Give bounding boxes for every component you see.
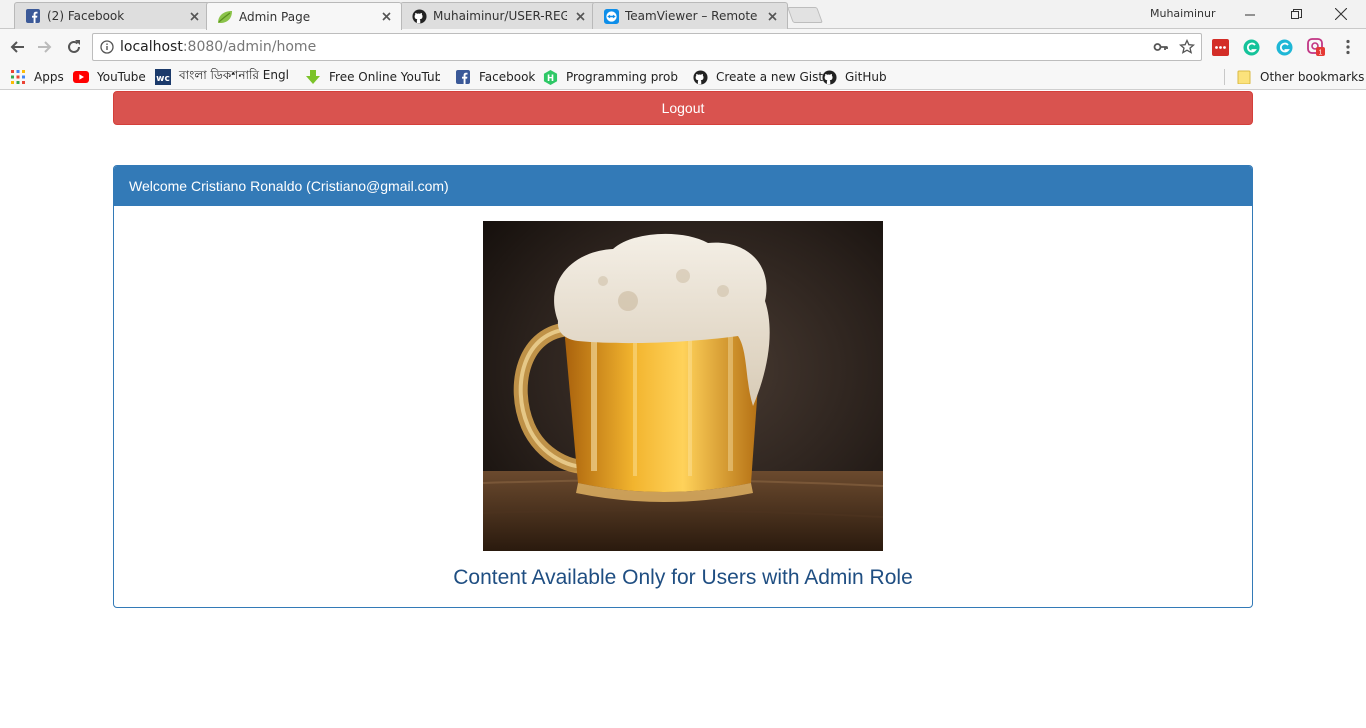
svg-text:wc: wc	[156, 74, 170, 84]
bookmark-apps[interactable]: Apps	[10, 68, 64, 86]
facebook-icon	[25, 8, 41, 24]
download-arrow-icon	[305, 69, 321, 85]
key-icon[interactable]	[1153, 39, 1169, 58]
bookmark-free-online-youtube[interactable]: Free Online YouTube	[305, 68, 440, 86]
tab-facebook[interactable]: (2) Facebook	[14, 2, 210, 29]
address-bar[interactable]: localhost:8080/admin/home	[92, 33, 1202, 61]
bookmark-create-gist[interactable]: Create a new Gist	[692, 68, 823, 86]
url-path: :8080/admin/home	[182, 39, 317, 55]
menu-dots-icon[interactable]	[1339, 38, 1357, 56]
panel-heading: Welcome Cristiano Ronaldo (Cristiano@gma…	[114, 166, 1252, 206]
other-bookmarks-label: Other bookmarks	[1260, 70, 1365, 84]
bookmark-label: YouTube	[97, 70, 146, 84]
bookmark-label: Create a new Gist	[716, 70, 824, 84]
facebook-icon	[455, 69, 471, 85]
tab-title: (2) Facebook	[47, 9, 125, 23]
restore-icon[interactable]	[1273, 0, 1319, 28]
tab-admin-page[interactable]: Admin Page	[206, 2, 402, 30]
bookmark-star-icon[interactable]	[1178, 38, 1196, 58]
apps-grid-icon	[10, 69, 26, 85]
reload-icon[interactable]	[61, 34, 87, 60]
hackerrank-icon: H	[542, 69, 558, 85]
github-icon	[692, 69, 708, 85]
instagram-extension-icon[interactable]: 1	[1307, 38, 1325, 56]
bookmark-youtube[interactable]: YouTube	[73, 68, 146, 86]
close-icon[interactable]	[573, 9, 587, 23]
beer-mug-image	[483, 221, 883, 551]
bookmark-label: Facebook	[479, 70, 536, 84]
wc-icon: wc	[155, 69, 171, 85]
bookmark-label: Free Online YouTube	[329, 70, 440, 84]
bookmark-bangla-dictionary[interactable]: wc বাংলা ডিকশনারি Engl	[155, 68, 290, 86]
bookmark-programming-problems[interactable]: H Programming proble	[542, 68, 678, 86]
spring-leaf-icon	[217, 9, 233, 25]
bookmark-label: Apps	[34, 70, 64, 84]
info-icon[interactable]	[100, 40, 114, 54]
tab-title: TeamViewer – Remote Su	[625, 9, 759, 23]
bookmark-label: GitHub	[845, 70, 887, 84]
bookmark-github[interactable]: GitHub	[821, 68, 887, 86]
close-icon[interactable]	[765, 9, 779, 23]
tab-title: Admin Page	[239, 9, 311, 24]
github-icon	[411, 8, 427, 24]
tab-title: Muhaiminur/USER-REGIS	[433, 9, 567, 23]
close-window-icon[interactable]	[1318, 0, 1364, 28]
bookmark-facebook[interactable]: Facebook	[455, 68, 535, 86]
tab-teamviewer[interactable]: TeamViewer – Remote Su	[592, 2, 788, 29]
logout-button[interactable]: Logout	[113, 91, 1253, 125]
teamviewer-icon	[603, 8, 619, 24]
url-text: localhost:8080/admin/home	[120, 39, 316, 55]
admin-content-caption: Content Available Only for Users with Ad…	[453, 566, 913, 589]
extension-badge: 1	[1319, 49, 1323, 56]
lastpass-icon[interactable]	[1211, 38, 1229, 56]
other-bookmarks[interactable]: Other bookmarks	[1236, 68, 1364, 86]
folder-icon	[1236, 69, 1252, 85]
admin-panel: Welcome Cristiano Ronaldo (Cristiano@gma…	[113, 165, 1253, 608]
youtube-icon	[73, 69, 89, 85]
page-content: Logout Welcome Cristiano Ronaldo (Cristi…	[0, 91, 1366, 728]
back-arrow-icon[interactable]	[4, 34, 30, 60]
bookmark-label: Programming proble	[566, 70, 678, 84]
close-icon[interactable]	[187, 9, 201, 23]
g-extension-icon[interactable]	[1275, 38, 1293, 56]
tab-strip: (2) Facebook Admin Page Muhaiminur/USER-…	[0, 0, 1366, 30]
profile-name[interactable]: Muhaiminur	[1150, 7, 1215, 20]
forward-arrow-icon[interactable]	[32, 34, 58, 60]
svg-text:H: H	[546, 72, 553, 82]
browser-toolbar: localhost:8080/admin/home 1	[0, 29, 1366, 64]
bookmarks-bar: Apps YouTube wc বাংলা ডিকশনারি Engl Free…	[0, 64, 1366, 90]
url-host: localhost	[120, 39, 183, 55]
grammarly-icon[interactable]	[1242, 38, 1260, 56]
tab-github-repo[interactable]: Muhaiminur/USER-REGIS	[400, 2, 596, 29]
bookmark-label: বাংলা ডিকশনারি Engl	[179, 68, 289, 82]
new-tab-button[interactable]	[787, 7, 823, 23]
bookmarks-divider	[1224, 69, 1225, 85]
minimize-icon[interactable]	[1227, 0, 1273, 28]
close-icon[interactable]	[379, 10, 393, 24]
github-icon	[821, 69, 837, 85]
